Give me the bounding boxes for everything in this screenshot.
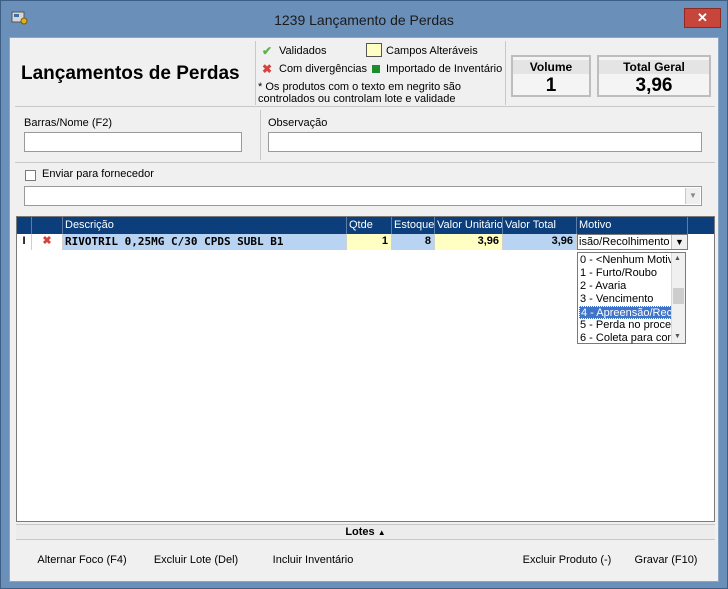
reason-option[interactable]: 5 - Perda no processo — [579, 319, 672, 332]
header-panel: Lançamentos de Perdas ✔ Validados ✖ Com … — [15, 41, 716, 105]
legend-validated: Validados — [279, 45, 327, 57]
scroll-thumb[interactable] — [673, 288, 684, 304]
app-window: 1239 Lançamento de Perdas ✕ Lançamentos … — [0, 0, 728, 589]
toggle-focus-button[interactable]: Alternar Foco (F4) — [32, 551, 132, 569]
supplier-checkbox[interactable] — [25, 170, 36, 181]
observation-label: Observação — [268, 117, 328, 129]
reason-select[interactable]: isão/Recolhimento ▼ — [577, 234, 688, 250]
scroll-down-icon[interactable]: ▼ — [674, 333, 681, 340]
title-bar: 1239 Lançamento de Perdas ✕ — [1, 1, 727, 37]
cross-icon: ✖ — [262, 62, 273, 76]
delete-product-button[interactable]: Excluir Produto (-) — [520, 551, 614, 569]
chevron-down-icon[interactable]: ▼ — [685, 188, 700, 204]
chevron-up-icon: ▲ — [377, 528, 386, 537]
header-separator — [15, 106, 715, 107]
table-row[interactable]: I ✖ RIVOTRIL 0,25MG C/30 CPDS SUBL B1 1 … — [17, 234, 714, 250]
volume-label: Volume — [513, 60, 589, 74]
volume-box: Volume 1 — [511, 55, 591, 97]
legend-note: * Os produtos com o texto em negrito são… — [258, 81, 461, 105]
row-unit-value[interactable]: 3,96 — [435, 234, 503, 250]
volume-value: 1 — [545, 75, 557, 96]
editable-swatch-icon — [366, 43, 382, 57]
page-title: Lançamentos de Perdas — [21, 63, 240, 84]
reason-select-value: isão/Recolhimento — [579, 236, 670, 248]
scroll-up-icon[interactable]: ▲ — [674, 255, 681, 262]
form-divider — [260, 110, 261, 160]
client-area: Lançamentos de Perdas ✔ Validados ✖ Com … — [9, 37, 719, 582]
lotes-toggle[interactable]: Lotes ▲ — [16, 524, 715, 540]
divergent-icon: ✖ — [32, 234, 63, 250]
form-separator — [15, 162, 715, 163]
row-total-value: 3,96 — [503, 234, 577, 250]
products-grid: Descrição Qtde Estoque Valor Unitário Va… — [16, 216, 715, 522]
header-divider — [255, 41, 256, 105]
reason-option[interactable]: 0 - <Nenhum Motivo> — [579, 254, 672, 267]
grid-header-status — [32, 217, 63, 234]
barcode-label: Barras/Nome (F2) — [24, 117, 113, 129]
include-inventory-button[interactable]: Incluir Inventário — [268, 551, 358, 569]
observation-input[interactable] — [268, 132, 702, 152]
row-cursor-icon: I — [17, 234, 32, 250]
note-line-2: controlados ou controlam lote e validade — [258, 93, 456, 105]
reason-option[interactable]: 3 - Vencimento — [579, 293, 672, 306]
total-label: Total Geral — [599, 60, 709, 74]
close-button[interactable]: ✕ — [684, 8, 721, 28]
col-description[interactable]: Descrição — [63, 217, 347, 234]
lotes-label: Lotes — [345, 526, 375, 538]
window-title: 1239 Lançamento de Perdas — [274, 12, 454, 28]
reason-option-selected[interactable]: 4 - Apreensão/Recolhimento — [579, 306, 672, 319]
reason-option[interactable]: 6 - Coleta para controle — [579, 332, 672, 345]
col-total-value[interactable]: Valor Total — [503, 217, 577, 234]
chevron-down-icon[interactable]: ▼ — [671, 235, 687, 249]
header-divider-2 — [505, 41, 506, 105]
row-qty[interactable]: 1 — [347, 234, 392, 250]
supplier-select[interactable]: ▼ — [24, 186, 702, 206]
legend-editable: Campos Alteráveis — [386, 45, 478, 57]
reason-option[interactable]: 1 - Furto/Roubo — [579, 267, 672, 280]
barcode-input[interactable] — [24, 132, 242, 152]
grid-header: Descrição Qtde Estoque Valor Unitário Va… — [17, 217, 714, 234]
reason-option[interactable]: 2 - Avaria — [579, 280, 672, 293]
total-value: 3,96 — [635, 75, 673, 96]
save-button[interactable]: Gravar (F10) — [630, 551, 702, 569]
grid-header-indicator — [17, 217, 32, 234]
col-reason[interactable]: Motivo — [577, 217, 688, 234]
row-stock: 8 — [392, 234, 435, 250]
reason-dropdown-list: 0 - <Nenhum Motivo> 1 - Furto/Roubo 2 - … — [577, 252, 686, 344]
check-icon: ✔ — [262, 44, 273, 58]
supplier-checkbox-label: Enviar para fornecedor — [42, 168, 154, 180]
col-stock[interactable]: Estoque — [392, 217, 435, 234]
col-unit-value[interactable]: Valor Unitário — [435, 217, 503, 234]
legend-imported: Importado de Inventário — [386, 63, 503, 75]
col-qty[interactable]: Qtde — [347, 217, 392, 234]
total-box: Total Geral 3,96 — [597, 55, 711, 97]
delete-lot-button[interactable]: Excluir Lote (Del) — [150, 551, 242, 569]
note-line-1: * Os produtos com o texto em negrito são — [258, 81, 461, 93]
row-description: RIVOTRIL 0,25MG C/30 CPDS SUBL B1 — [63, 234, 347, 250]
legend-divergent: Com divergências — [279, 63, 368, 75]
imported-square-icon — [372, 65, 380, 73]
dropdown-scrollbar[interactable]: ▲ ▼ — [671, 253, 685, 343]
